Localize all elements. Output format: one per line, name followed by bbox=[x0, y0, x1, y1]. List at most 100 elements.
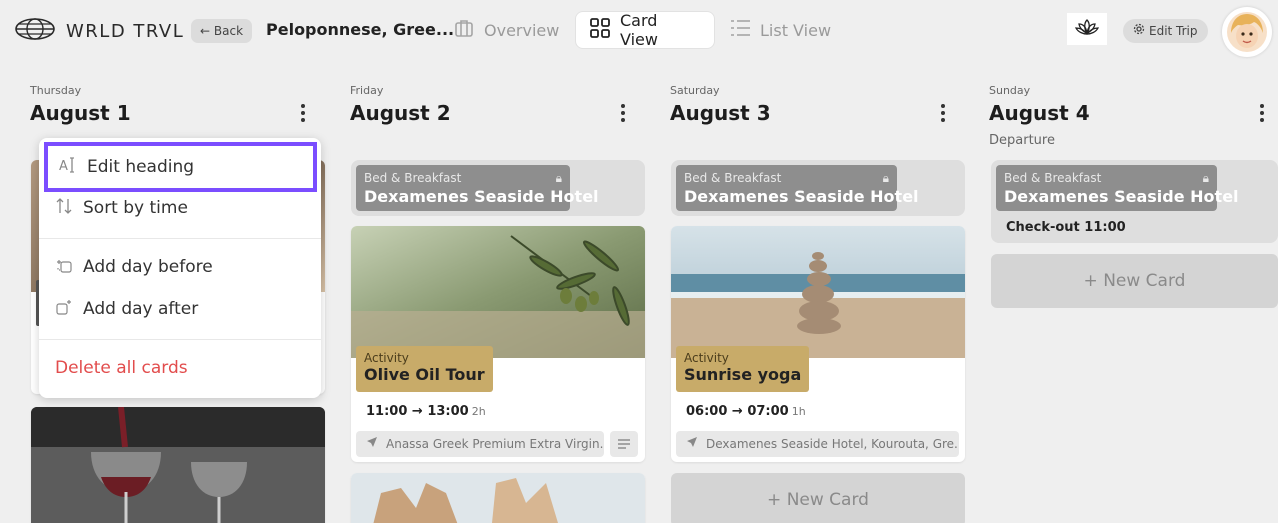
activity-time: 06:00 → 07:00 1h bbox=[686, 404, 806, 419]
menu-edit-heading[interactable]: A Edit heading bbox=[44, 142, 317, 192]
lotus-button[interactable] bbox=[1067, 13, 1107, 45]
location-text: Anassa Greek Premium Extra Virgin... bbox=[386, 437, 604, 451]
duration: 1h bbox=[791, 405, 806, 418]
list-icon bbox=[730, 19, 750, 41]
weekday-label: Friday bbox=[350, 84, 384, 97]
time-range: 06:00 → 07:00 bbox=[686, 404, 789, 419]
wine-photo bbox=[31, 407, 325, 523]
navigation-arrow-icon bbox=[686, 431, 698, 457]
add-day-after-icon bbox=[55, 298, 73, 321]
duration: 2h bbox=[471, 405, 486, 418]
lodging-name: Dexamenes Seaside Hotel bbox=[1004, 187, 1239, 206]
menu-item-label: Add day before bbox=[83, 257, 213, 277]
menu-delete-all-cards[interactable]: Delete all cards bbox=[55, 350, 188, 386]
activity-tag: Activity Sunrise yoga bbox=[676, 346, 810, 392]
statue-card[interactable] bbox=[351, 473, 645, 523]
menu-add-day-after[interactable]: Add day after bbox=[55, 291, 198, 327]
lodging-tag: Bed & Breakfast 🔒︎ Dexamenes Seaside Hote… bbox=[996, 165, 1239, 211]
wine-card[interactable] bbox=[31, 407, 325, 523]
activity-tag: Activity Olive Oil Tour bbox=[356, 346, 493, 392]
olive-photo bbox=[351, 226, 645, 358]
date-heading: August 3 bbox=[670, 101, 771, 125]
day-column-4: Sunday August 4 Departure bbox=[989, 84, 1278, 148]
lodging-category: Bed & Breakfast bbox=[364, 171, 462, 185]
date-heading: August 2 bbox=[350, 101, 451, 125]
day-subtitle: Departure bbox=[989, 133, 1055, 148]
activity-category: Activity bbox=[364, 351, 409, 365]
activity-name: Olive Oil Tour bbox=[364, 365, 485, 384]
lodging-card[interactable]: Bed & Breakfast 🔒︎ Dexamenes Seaside Hote… bbox=[991, 160, 1278, 243]
lodging-name: Dexamenes Seaside Hotel bbox=[684, 187, 919, 206]
lock-icon: 🔒︎ bbox=[882, 171, 889, 185]
app-logo[interactable]: WRLD TRVL bbox=[14, 17, 184, 45]
text-cursor-icon: A bbox=[59, 156, 77, 179]
day-column-3: Saturday August 3 bbox=[670, 84, 964, 125]
grid-icon bbox=[590, 18, 610, 42]
lotus-icon bbox=[1074, 18, 1100, 40]
location-chip[interactable]: Dexamenes Seaside Hotel, Kourouta, Gre..… bbox=[676, 431, 959, 457]
date-heading: August 4 bbox=[989, 101, 1090, 125]
lodging-category: Bed & Breakfast bbox=[1004, 171, 1102, 185]
globe-icon bbox=[14, 17, 56, 45]
edit-trip-button[interactable]: Edit Trip bbox=[1123, 19, 1208, 43]
location-chip[interactable]: Anassa Greek Premium Extra Virgin... bbox=[356, 431, 604, 457]
tab-card-view-label: Card View bbox=[620, 11, 658, 49]
checkout-note: Check-out 11:00 bbox=[1006, 220, 1126, 235]
activity-card[interactable]: Activity Sunrise yoga 06:00 → 07:00 1h De… bbox=[671, 226, 965, 462]
back-button[interactable]: ← Back bbox=[191, 19, 253, 43]
navigation-arrow-icon bbox=[366, 431, 378, 457]
tab-list-view[interactable]: List View bbox=[716, 11, 845, 49]
lodging-tag: Bed & Breakfast 🔒︎ Dexamenes Seaside Hote… bbox=[676, 165, 919, 211]
menu-sort-by-time[interactable]: Sort by time bbox=[55, 190, 188, 226]
tab-list-view-label: List View bbox=[760, 20, 832, 40]
menu-item-label: Sort by time bbox=[83, 198, 188, 218]
activity-card[interactable]: Activity Olive Oil Tour 11:00 → 13:00 2h … bbox=[351, 226, 645, 462]
tab-overview[interactable]: Overview bbox=[440, 11, 573, 49]
activity-category: Activity bbox=[684, 351, 729, 365]
back-label: Back bbox=[213, 24, 244, 38]
sort-icon bbox=[55, 197, 73, 220]
top-bar: WRLD TRVL ← Back Peloponnese, Gree... Ov… bbox=[0, 0, 1278, 62]
notes-button[interactable] bbox=[610, 431, 638, 457]
new-card-button[interactable]: + New Card bbox=[671, 473, 965, 523]
menu-add-day-before[interactable]: Add day before bbox=[55, 249, 213, 285]
bag-icon bbox=[454, 18, 474, 42]
lodging-tag: Bed & Breakfast 🔒︎ Dexamenes Seaside Hote… bbox=[356, 165, 599, 211]
menu-divider bbox=[39, 238, 321, 239]
weekday-label: Sunday bbox=[989, 84, 1031, 97]
logo-text: WRLD TRVL bbox=[66, 20, 185, 42]
tab-overview-label: Overview bbox=[484, 20, 560, 40]
time-range: 11:00 → 13:00 bbox=[366, 404, 469, 419]
lock-icon: 🔒︎ bbox=[555, 171, 562, 185]
day-context-menu: A Edit heading Sort by time Add day befo… bbox=[39, 138, 321, 398]
gear-icon bbox=[1133, 19, 1145, 43]
add-day-before-icon bbox=[55, 256, 73, 279]
new-card-button[interactable]: + New Card bbox=[991, 254, 1278, 308]
statue-photo bbox=[351, 473, 645, 523]
menu-item-label: Edit heading bbox=[87, 157, 195, 177]
activity-name: Sunrise yoga bbox=[684, 365, 802, 384]
date-heading: August 1 bbox=[30, 101, 131, 125]
lodging-card[interactable]: Bed & Breakfast 🔒︎ Dexamenes Seaside Hote… bbox=[671, 160, 965, 216]
day-menu-button[interactable] bbox=[621, 104, 627, 125]
weekday-label: Thursday bbox=[30, 84, 82, 97]
day-menu-button[interactable] bbox=[941, 104, 947, 125]
edit-trip-label: Edit Trip bbox=[1149, 24, 1198, 38]
menu-divider bbox=[39, 339, 321, 340]
lock-icon: 🔒︎ bbox=[1202, 171, 1209, 185]
day-menu-button[interactable] bbox=[1260, 104, 1266, 125]
day-column-2: Friday August 2 bbox=[350, 84, 644, 125]
avatar[interactable] bbox=[1222, 7, 1272, 57]
tab-card-view[interactable]: Card View bbox=[575, 11, 715, 49]
location-text: Dexamenes Seaside Hotel, Kourouta, Gre..… bbox=[706, 437, 959, 451]
lodging-name: Dexamenes Seaside Hotel bbox=[364, 187, 599, 206]
arrow-left-icon: ← bbox=[200, 24, 211, 38]
menu-item-label: Add day after bbox=[83, 299, 199, 319]
avatar-face-icon bbox=[1227, 12, 1267, 52]
trip-title[interactable]: Peloponnese, Gree... bbox=[266, 20, 454, 39]
notes-icon bbox=[617, 435, 631, 454]
svg-text:A: A bbox=[59, 159, 68, 174]
lodging-card[interactable]: Bed & Breakfast 🔒︎ Dexamenes Seaside Hote… bbox=[351, 160, 645, 216]
weekday-label: Saturday bbox=[670, 84, 720, 97]
day-menu-button[interactable] bbox=[301, 104, 307, 125]
